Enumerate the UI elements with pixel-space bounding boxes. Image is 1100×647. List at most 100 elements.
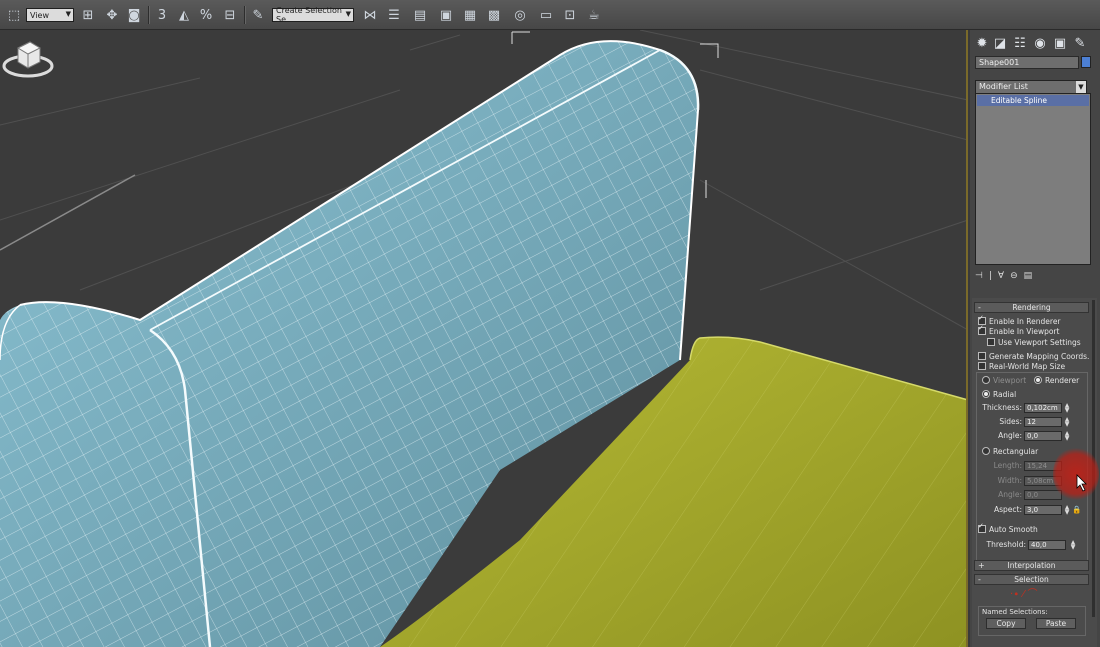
material-editor-icon[interactable]: ▩	[484, 5, 504, 25]
create-tab-icon[interactable]: ✹	[974, 35, 990, 51]
rendering-rollout-header[interactable]: - Rendering	[974, 302, 1089, 313]
thickness-label: Thickness:	[982, 403, 1022, 412]
radial-radio[interactable]: Radial	[982, 390, 1016, 399]
hierarchy-tab-icon[interactable]: ☷	[1012, 35, 1028, 51]
rendering-title: Rendering	[1012, 303, 1051, 312]
reference-coordinate-value: View	[30, 10, 49, 20]
object-name-field[interactable]: Shape001	[975, 56, 1079, 69]
chevron-down-icon: ▼	[65, 10, 71, 18]
mouse-cursor-icon	[1076, 474, 1087, 492]
configure-sets-icon[interactable]: ▤	[1024, 271, 1033, 281]
radial-angle-label: Angle:	[998, 431, 1022, 440]
display-tab-icon[interactable]: ▣	[1052, 35, 1068, 51]
spinner-snap-icon[interactable]: ⊟	[220, 5, 240, 25]
expand-icon: +	[978, 561, 985, 570]
real-world-map-size-checkbox[interactable]: Real-World Map Size	[978, 362, 1065, 371]
stack-item-editable-spline[interactable]: Editable Spline	[977, 95, 1089, 106]
sides-field[interactable]: 12	[1024, 417, 1062, 427]
command-panel-tabs: ✹ ◪ ☷ ◉ ▣ ✎	[970, 32, 1100, 54]
rect-angle-label: Angle:	[998, 490, 1022, 499]
keyboard-shortcut-icon[interactable]: ◙	[124, 5, 144, 25]
lock-aspect-icon[interactable]: 🔒	[1072, 505, 1081, 514]
checkbox-icon	[987, 338, 995, 346]
auto-smooth-label: Auto Smooth	[989, 525, 1038, 534]
chevron-down-icon: ▼	[1076, 81, 1086, 93]
pin-stack-icon[interactable]: ⊣	[975, 271, 983, 281]
auto-smooth-checkbox[interactable]: Auto Smooth	[978, 522, 1038, 534]
checkbox-icon	[978, 522, 986, 533]
thickness-spinner[interactable]: ▲ ▼	[1064, 403, 1070, 414]
remove-modifier-icon[interactable]: ⊖	[1010, 271, 1018, 281]
percent-snap-icon[interactable]: %	[196, 5, 216, 25]
radial-angle-spinner[interactable]: ▲ ▼	[1064, 431, 1070, 442]
render-teapot-icon[interactable]: ☕	[584, 5, 604, 25]
select-manipulate-icon[interactable]: ✥	[102, 5, 122, 25]
threshold-field[interactable]: 40,0	[1028, 540, 1066, 550]
viewcube-icon[interactable]	[0, 30, 56, 86]
mirror-icon[interactable]: ⋈	[360, 5, 380, 25]
radio-icon	[1034, 376, 1042, 384]
named-selection-value: Create Selection Se	[276, 6, 342, 24]
object-color-swatch[interactable]	[1081, 56, 1091, 68]
curve-editor-icon[interactable]: ▣	[436, 5, 456, 25]
use-viewport-settings-label: Use Viewport Settings	[998, 338, 1081, 347]
named-selection-dropdown[interactable]: Create Selection Se ▼	[272, 6, 354, 24]
sides-label: Sides:	[999, 417, 1022, 426]
render-production-icon[interactable]: ⊡	[560, 5, 580, 25]
collapse-icon: -	[978, 303, 981, 312]
checkbox-icon	[978, 352, 986, 360]
motion-tab-icon[interactable]: ◉	[1032, 35, 1048, 51]
select-region-icon[interactable]: ⬚	[4, 5, 24, 25]
layer-manager-icon[interactable]: ▤	[410, 5, 430, 25]
real-world-map-size-label: Real-World Map Size	[989, 362, 1066, 371]
angle-snap-icon[interactable]: ◭	[174, 5, 194, 25]
named-selections-label: Named Selections:	[982, 608, 1048, 616]
sub-object-level-icons[interactable]: ·∙ ⁄ ⌒	[1010, 590, 1037, 600]
edit-named-selection-icon[interactable]: ✎	[248, 5, 268, 25]
enable-in-renderer-label: Enable In Renderer	[989, 317, 1061, 326]
sides-spinner[interactable]: ▲ ▼	[1064, 417, 1070, 428]
pivot-center-icon[interactable]: ⊞	[78, 5, 98, 25]
enable-in-renderer-checkbox[interactable]: Enable In Renderer	[978, 314, 1061, 326]
interpolation-rollout-header[interactable]: + Interpolation	[974, 560, 1089, 571]
main-toolbar: ⬚ View ▼ ⊞ ✥ ◙ 3 ◭ % ⊟ ✎ Create Selection…	[0, 0, 1100, 30]
perspective-viewport[interactable]	[0, 30, 968, 647]
radio-icon	[982, 390, 990, 398]
generate-mapping-coords-label: Generate Mapping Coords.	[989, 352, 1090, 361]
generate-mapping-coords-checkbox[interactable]: Generate Mapping Coords.	[978, 352, 1089, 361]
modifier-list-dropdown[interactable]: Modifier List ▼	[975, 80, 1087, 94]
radial-angle-field[interactable]: 0,0	[1024, 431, 1062, 441]
collapse-icon: -	[978, 575, 981, 584]
make-unique-icon[interactable]: ∀	[998, 271, 1004, 281]
aspect-field[interactable]: 3,0	[1024, 505, 1062, 515]
schematic-view-icon[interactable]: ▦	[460, 5, 480, 25]
rect-angle-field[interactable]: 0,0	[1024, 490, 1062, 500]
modify-tab-icon[interactable]: ◪	[992, 35, 1008, 51]
snaps-toggle-icon[interactable]: 3	[152, 5, 172, 25]
percent-label: %	[199, 7, 213, 23]
show-end-result-icon[interactable]: |	[989, 271, 992, 281]
selection-rollout-header[interactable]: - Selection	[974, 574, 1089, 585]
selection-title: Selection	[1014, 575, 1049, 584]
copy-button[interactable]: Copy	[986, 618, 1026, 629]
aspect-spinner[interactable]: ▲ ▼	[1064, 505, 1070, 516]
radio-icon	[982, 376, 990, 384]
render-setup-icon[interactable]: ◎	[510, 5, 530, 25]
scene-render	[0, 30, 966, 647]
utilities-tab-icon[interactable]: ✎	[1072, 35, 1088, 51]
use-viewport-settings-checkbox[interactable]: Use Viewport Settings	[987, 338, 1081, 347]
align-icon[interactable]: ☰	[384, 5, 404, 25]
viewport-radio[interactable]: Viewport	[982, 376, 1026, 385]
rectangular-radio[interactable]: Rectangular	[982, 447, 1038, 456]
enable-in-viewport-checkbox[interactable]: Enable In Viewport	[978, 324, 1059, 336]
renderer-radio-label: Renderer	[1045, 376, 1080, 385]
thickness-field[interactable]: 0,102cm	[1024, 403, 1062, 413]
paste-button[interactable]: Paste	[1036, 618, 1076, 629]
rendered-frame-window-icon[interactable]: ▭	[536, 5, 556, 25]
toolbar-divider	[148, 6, 150, 24]
threshold-spinner[interactable]: ▲ ▼	[1070, 540, 1076, 551]
modifier-stack: Editable Spline	[975, 93, 1091, 265]
reference-coordinate-dropdown[interactable]: View ▼	[26, 8, 74, 22]
width-label: Width:	[997, 476, 1022, 485]
renderer-radio[interactable]: Renderer	[1034, 376, 1079, 385]
